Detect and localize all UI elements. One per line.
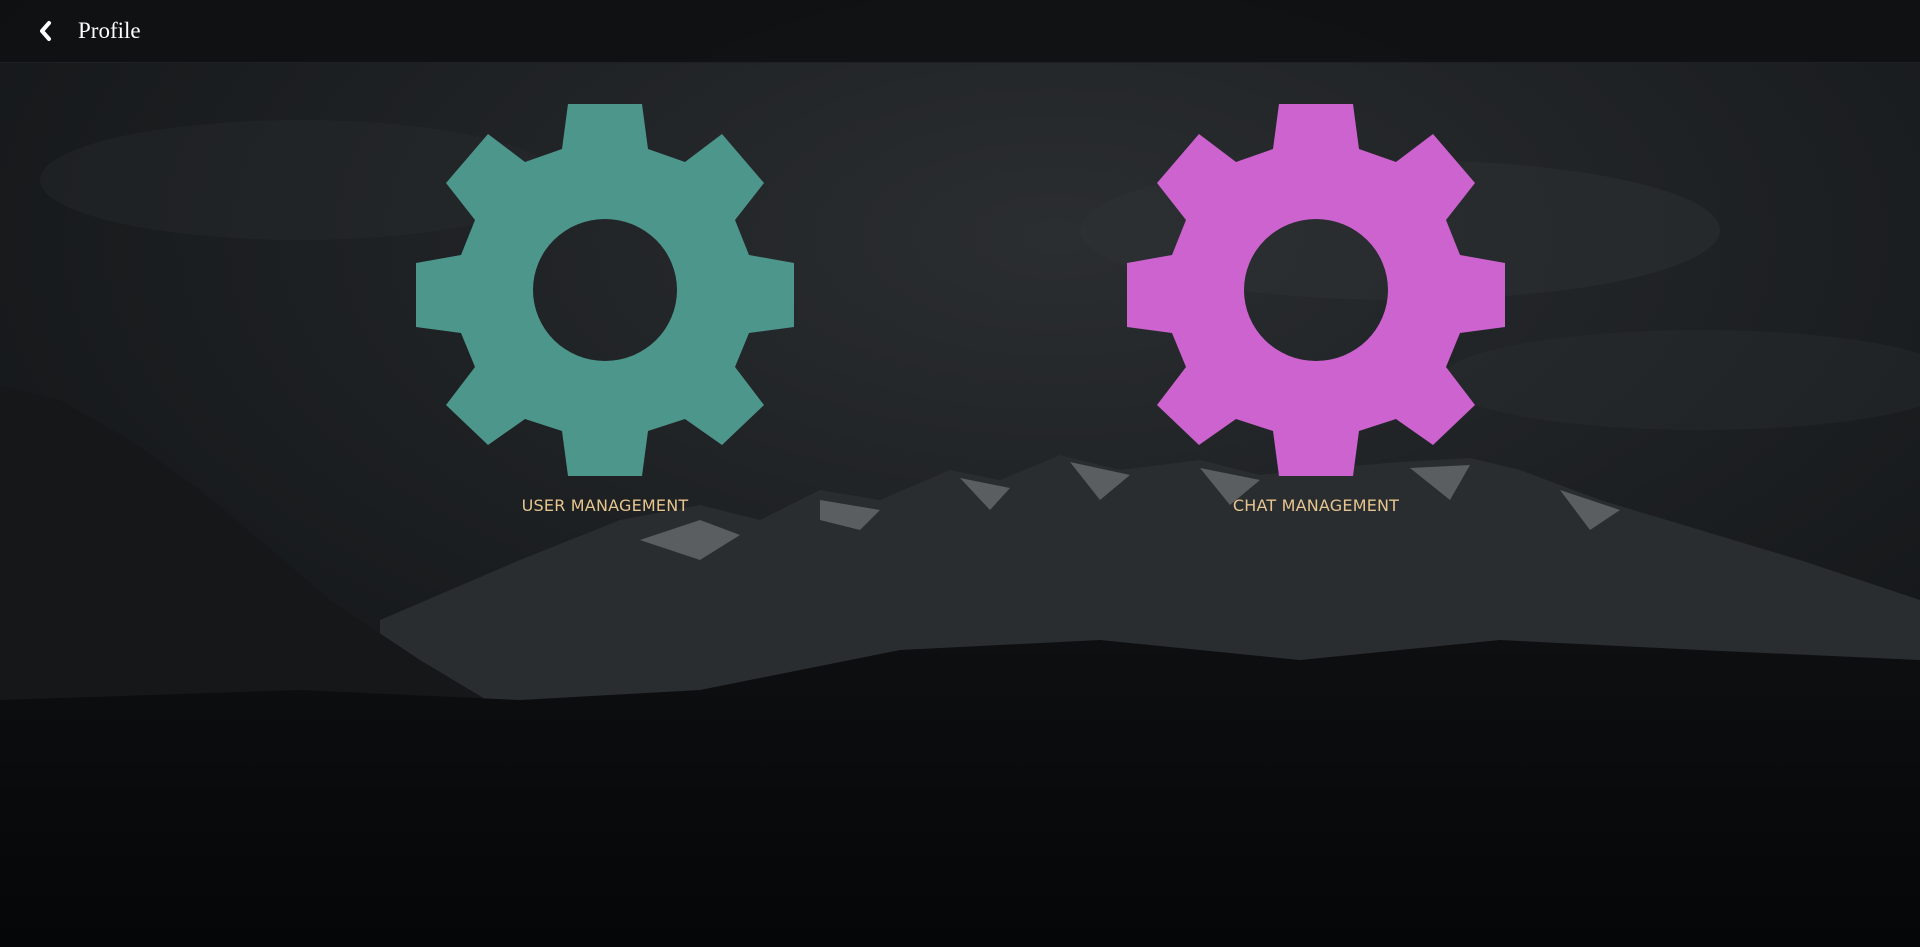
- chat-management-label: CHAT MANAGEMENT: [1232, 496, 1400, 515]
- back-button[interactable]: Profile: [36, 11, 141, 51]
- admin-dashboard: Profile USER MANAGEMENT CHAT MANAGEMENT: [0, 0, 1920, 947]
- chevron-left-icon: [40, 21, 51, 41]
- top-bar: Profile: [0, 0, 1920, 63]
- gear-icon[interactable]: [416, 104, 794, 476]
- user-management-label: USER MANAGEMENT: [521, 496, 689, 515]
- mountain-background-image: [0, 0, 1920, 947]
- page-title: Profile: [78, 18, 141, 43]
- user-management-tile[interactable]: USER MANAGEMENT: [416, 104, 794, 515]
- chat-management-tile[interactable]: CHAT MANAGEMENT: [1127, 104, 1505, 515]
- gear-icon[interactable]: [1127, 104, 1505, 476]
